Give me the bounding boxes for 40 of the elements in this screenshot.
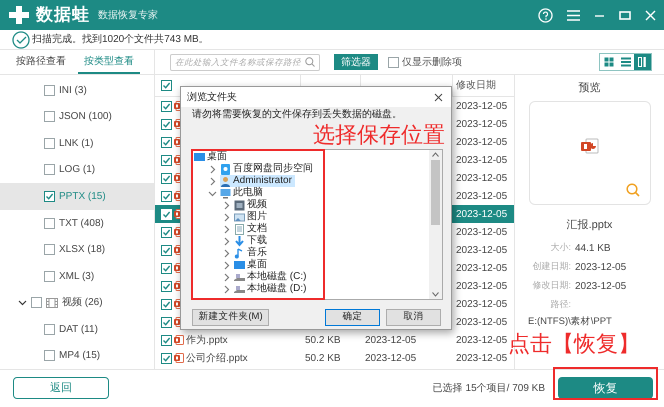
modified-date: 2023-12-05 <box>455 136 508 150</box>
modified-date: 2023-12-05 <box>455 298 508 312</box>
dialog-title: 浏览文件夹 <box>187 90 237 104</box>
detail-value: 44.1 KB <box>575 242 612 256</box>
modified-date: 2023-12-05 <box>455 352 508 366</box>
detail-label: 修改日期: <box>531 279 571 292</box>
detail-value: 2023-12-05 <box>575 261 628 275</box>
modified-date: 2023-12-05 <box>455 154 508 168</box>
dialog-message: 请勿将需要恢复的文件保存到丢失数据的磁盘。 <box>192 109 402 121</box>
modified-date: 2023-12-05 <box>455 316 508 330</box>
modified-date: 2023-12-05 <box>455 280 508 294</box>
modified-date: 2023-12-05 <box>455 100 508 114</box>
app-subtitle: 数据恢复专家 <box>98 8 158 22</box>
annotation-text: 点击【恢复】 <box>508 331 640 357</box>
modified-date: 2023-12-05 <box>455 208 508 222</box>
checkbox-label: 仅显示删除项 <box>402 56 462 70</box>
app-name: 数据蛙 <box>36 4 90 26</box>
modified-date: 2023-12-05 <box>455 244 508 258</box>
detail-label: 路径: <box>549 298 571 311</box>
file-size: 50.2 KB <box>304 352 341 366</box>
detail-label: 大小: <box>549 241 571 254</box>
file-size: 50.2 KB <box>304 334 341 348</box>
preview-file-name: 汇报.pptx <box>566 218 612 232</box>
annotation-text: 选择保存位置 <box>313 122 445 147</box>
modified-date: 2023-12-05 <box>455 334 508 348</box>
selection-summary: 已选择 15个项目/ 709 KB <box>432 382 545 396</box>
created-date: 2023-12-05 <box>364 334 416 348</box>
detail-label: 创建日期: <box>531 260 571 273</box>
modified-date: 2023-12-05 <box>455 118 508 132</box>
modified-date: 2023-12-05 <box>455 262 508 276</box>
detail-value: 2023-12-05 <box>575 280 628 294</box>
created-date: 2023-12-05 <box>364 352 416 366</box>
panel-title: 预览 <box>578 81 600 96</box>
modified-date: 2023-12-05 <box>455 172 508 186</box>
file-path: E:(NTFS)\素材\PPT <box>528 314 612 328</box>
modified-date: 2023-12-05 <box>455 226 508 240</box>
file-name: 作为.pptx <box>186 334 228 348</box>
file-name: 公司介绍.pptx <box>186 352 248 366</box>
modified-date: 2023-12-05 <box>455 190 508 204</box>
scan-status: 扫描完成。找到1020个文件共743 MB。 <box>32 32 209 47</box>
